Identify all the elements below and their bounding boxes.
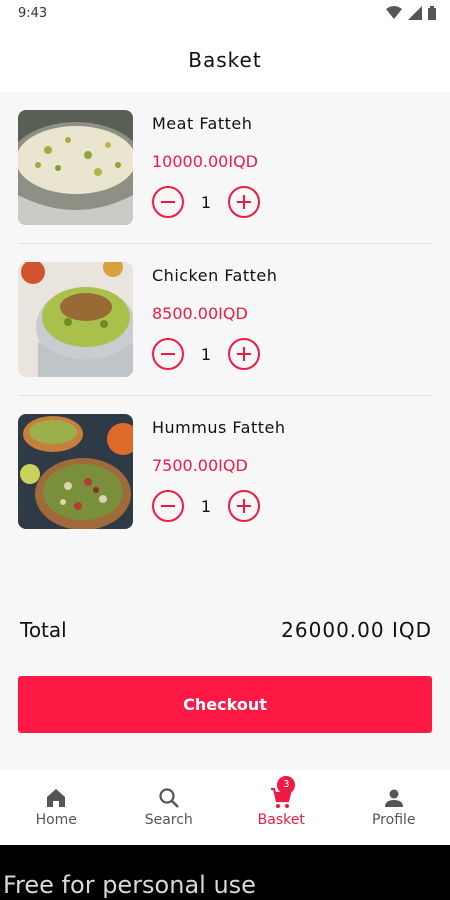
- quantity-value: 1: [200, 344, 212, 364]
- search-icon: [157, 786, 181, 810]
- increase-quantity-button[interactable]: [228, 490, 260, 522]
- total-row: Total 26000.00 IQD: [20, 614, 432, 650]
- nav-label-basket: Basket: [257, 812, 305, 828]
- decrease-quantity-button[interactable]: [152, 338, 184, 370]
- person-icon: [382, 786, 406, 810]
- bottom-nav: Home Search 3 Basket Profile: [0, 770, 450, 845]
- status-bar: 9:43: [0, 0, 450, 28]
- status-icons: [386, 6, 436, 24]
- decrease-quantity-button[interactable]: [152, 490, 184, 522]
- quantity-value: 1: [200, 192, 212, 212]
- item-name: Meat Fatteh: [152, 114, 253, 133]
- basket-count-badge: 3: [277, 776, 296, 794]
- item-image: [18, 262, 133, 377]
- nav-label-profile: Profile: [371, 812, 416, 828]
- total-value: 26000.00 IQD: [281, 618, 432, 642]
- nav-label-search: Search: [144, 812, 193, 828]
- basket-item: Meat Fatteh 10000.00IQD 1: [18, 92, 432, 244]
- quantity-stepper: 1: [152, 186, 260, 218]
- basket-item: Hummus Fatteh 7500.00IQD 1: [18, 396, 432, 548]
- increase-quantity-button[interactable]: [228, 338, 260, 370]
- nav-label-home: Home: [35, 812, 77, 828]
- checkout-button[interactable]: Checkout: [18, 676, 432, 733]
- increase-quantity-button[interactable]: [228, 186, 260, 218]
- item-image: [18, 414, 133, 529]
- signal-icon: [408, 6, 422, 24]
- item-price: 8500.00IQD: [152, 304, 248, 323]
- app-header: Basket: [0, 28, 450, 92]
- total-label: Total: [20, 618, 67, 642]
- nav-item-home[interactable]: Home: [0, 770, 113, 845]
- page-title: Basket: [188, 48, 262, 72]
- quantity-value: 1: [200, 496, 212, 516]
- decrease-quantity-button[interactable]: [152, 186, 184, 218]
- quantity-stepper: 1: [152, 490, 260, 522]
- quantity-stepper: 1: [152, 338, 260, 370]
- basket-list: Meat Fatteh 10000.00IQD 1 Chicken Fatteh…: [0, 92, 450, 548]
- nav-item-search[interactable]: Search: [113, 770, 226, 845]
- nav-item-profile[interactable]: Profile: [338, 770, 450, 845]
- watermark-text: Free for personal use: [3, 871, 256, 899]
- item-name: Chicken Fatteh: [152, 266, 278, 285]
- nav-item-basket[interactable]: 3 Basket: [225, 770, 338, 845]
- item-image: [18, 110, 133, 225]
- item-price: 10000.00IQD: [152, 152, 258, 171]
- cart-icon: 3: [269, 776, 296, 810]
- watermark-bar: Free for personal use: [0, 845, 450, 900]
- status-time: 9:43: [18, 6, 48, 21]
- item-price: 7500.00IQD: [152, 456, 248, 475]
- battery-icon: [428, 6, 436, 24]
- wifi-icon: [386, 6, 402, 24]
- item-name: Hummus Fatteh: [152, 418, 286, 437]
- home-icon: [44, 786, 68, 810]
- basket-item: Chicken Fatteh 8500.00IQD 1: [18, 244, 432, 396]
